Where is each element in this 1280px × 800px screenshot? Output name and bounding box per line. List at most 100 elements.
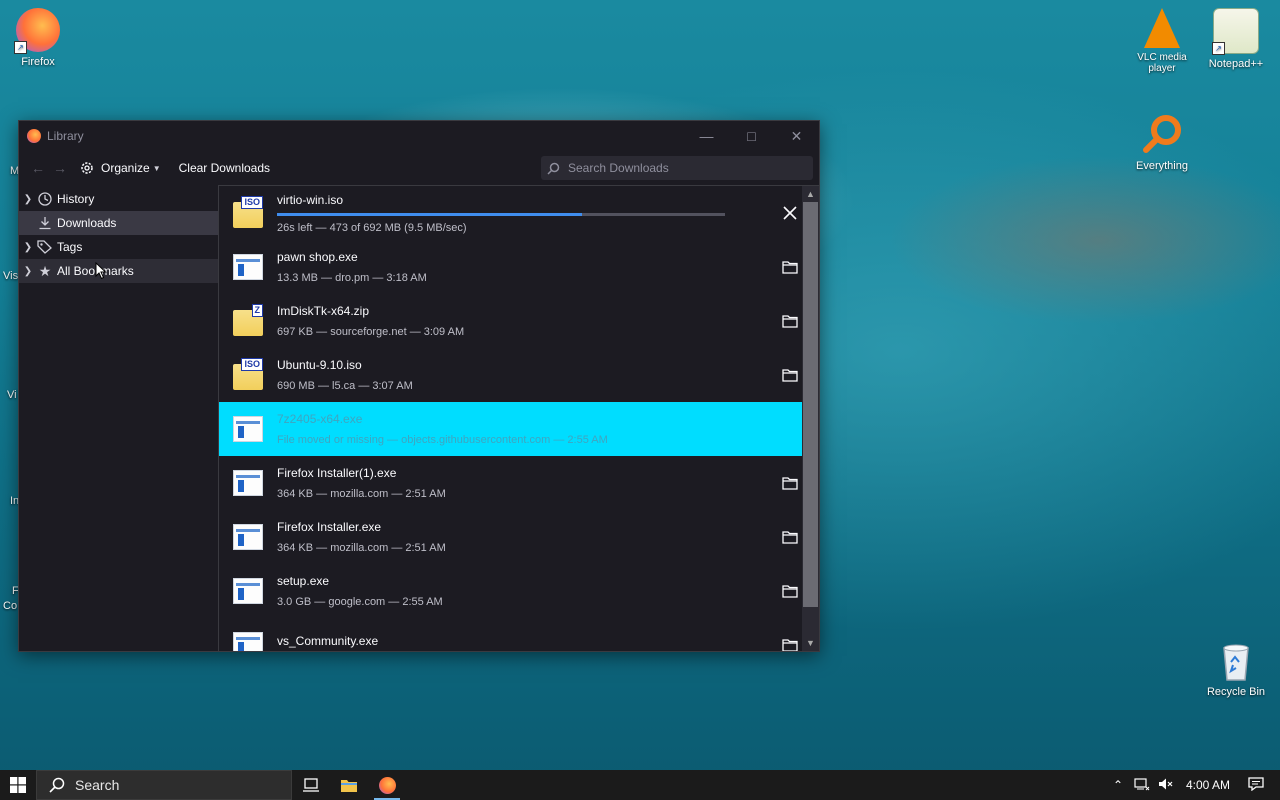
desktop-icon-label: Firefox (21, 56, 55, 68)
desktop-edge-label: Co (3, 600, 18, 612)
sidebar-item-downloads[interactable]: Downloads (19, 211, 218, 235)
desktop-edge-label: Vi (7, 389, 17, 401)
start-button[interactable] (0, 770, 36, 800)
show-in-folder-button[interactable] (779, 472, 801, 494)
taskbar-search-box[interactable]: Search (36, 770, 292, 800)
exe-file-icon (233, 254, 263, 280)
download-filename: virtio-win.iso (277, 192, 344, 207)
download-item[interactable]: Z ImDiskTk-x64.zip 697 KB — sourceforge.… (219, 294, 819, 348)
download-filename: Firefox Installer(1).exe (277, 466, 397, 480)
scroll-down-arrow[interactable]: ▼ (802, 635, 819, 651)
taskbar-file-explorer[interactable] (330, 770, 368, 800)
download-status: 697 KB — sourceforge.net — 3:09 AM (277, 326, 465, 338)
organize-menu-button[interactable]: Organize ▼ (79, 160, 161, 176)
desktop-icon-recycle-bin[interactable]: Recycle Bin (1198, 638, 1274, 698)
exe-file-icon (233, 524, 263, 550)
download-filename: ImDiskTk-x64.zip (277, 304, 370, 318)
download-item[interactable]: Firefox Installer.exe 364 KB — mozilla.c… (219, 510, 819, 564)
sidebar-item-tags[interactable]: ❯ Tags (19, 235, 218, 259)
show-in-folder-button[interactable] (779, 310, 801, 332)
desktop-icon-label: VLC media player (1137, 52, 1187, 74)
minimize-button[interactable]: — (684, 121, 729, 151)
title-bar[interactable]: Library — □ ✕ (19, 121, 819, 151)
network-icon[interactable] (1130, 777, 1154, 794)
organize-label: Organize (101, 161, 150, 175)
library-sidebar: ❯ History Downloads ❯ Tags ❯ ★ All Bookm… (19, 185, 219, 651)
download-filename: 7z2405-x64.exe (277, 412, 363, 426)
sidebar-item-history[interactable]: ❯ History (19, 187, 218, 211)
clock-icon (37, 191, 53, 207)
scrollbar-thumb[interactable] (803, 202, 818, 607)
library-window: Library — □ ✕ ← → Organize ▼ Clear Downl… (18, 120, 820, 652)
show-in-folder-button[interactable] (779, 526, 801, 548)
download-item[interactable]: Firefox Installer(1).exe 364 KB — mozill… (219, 456, 819, 510)
download-status: 690 MB — l5.ca — 3:07 AM (277, 380, 413, 392)
download-status: 3.0 GB — google.com — 2:55 AM (277, 596, 443, 608)
notepad-plus-plus-icon: ↗ (1212, 8, 1259, 55)
sidebar-item-all-bookmarks[interactable]: ❯ ★ All Bookmarks (19, 259, 218, 283)
download-filename: vs_Community.exe (277, 634, 379, 648)
task-view-button[interactable] (292, 770, 330, 800)
file-explorer-icon (341, 780, 357, 792)
show-in-folder-button[interactable] (779, 364, 801, 386)
folder-icon (782, 585, 798, 598)
download-item[interactable]: pawn shop.exe 13.3 MB — dro.pm — 3:18 AM (219, 240, 819, 294)
desktop-icon-firefox[interactable]: ↗ Firefox (0, 8, 76, 68)
chevron-down-icon: ▼ (152, 163, 161, 173)
chevron-right-icon[interactable]: ❯ (19, 242, 37, 253)
gear-icon (81, 162, 93, 174)
sidebar-item-label: Downloads (57, 216, 117, 230)
download-item-selected[interactable]: 7z2405-x64.exe File moved or missing — o… (219, 402, 819, 456)
desktop-icon-everything[interactable]: Everything (1124, 112, 1200, 172)
folder-icon (782, 315, 798, 328)
clear-downloads-button[interactable]: Clear Downloads (179, 161, 270, 175)
folder-icon (782, 531, 798, 544)
download-item[interactable]: vs_Community.exe (219, 618, 819, 651)
desktop-icon-vlc[interactable]: VLC media player (1124, 8, 1200, 74)
taskbar-clock[interactable]: 4:00 AM (1186, 778, 1230, 792)
folder-icon (782, 639, 798, 651)
forward-button[interactable]: → (49, 160, 71, 176)
download-filename: Ubuntu-9.10.iso (277, 358, 362, 372)
download-item[interactable]: setup.exe 3.0 GB — google.com — 2:55 AM (219, 564, 819, 618)
back-button[interactable]: ← (27, 160, 49, 176)
show-in-folder-button[interactable] (779, 634, 801, 651)
everything-search-icon (1140, 112, 1184, 156)
desktop-icon-label: Everything (1136, 160, 1188, 172)
close-window-button[interactable]: ✕ (774, 121, 819, 151)
desktop-edge-label: Vis (3, 270, 19, 282)
download-progress-fill (277, 212, 582, 216)
iso-file-icon: ISO (233, 196, 263, 228)
search-input[interactable] (566, 160, 800, 176)
exe-file-icon (233, 578, 263, 604)
search-downloads-field[interactable] (541, 156, 813, 180)
scroll-up-arrow[interactable]: ▲ (802, 186, 819, 202)
shortcut-arrow-icon: ↗ (14, 41, 27, 54)
chevron-right-icon[interactable]: ❯ (19, 194, 37, 205)
maximize-button[interactable]: □ (729, 121, 774, 151)
download-item[interactable]: ISO virtio-win.iso 26s left — 473 of 692… (219, 186, 819, 240)
action-center-icon[interactable] (1244, 776, 1268, 794)
show-in-folder-button[interactable] (779, 256, 801, 278)
firefox-icon (378, 776, 396, 794)
chevron-right-icon[interactable]: ❯ (19, 266, 37, 277)
download-filename: setup.exe (277, 574, 330, 588)
downloads-list[interactable]: ISO virtio-win.iso 26s left — 473 of 692… (219, 185, 819, 651)
downloads-scrollbar[interactable]: ▲ ▼ (802, 186, 819, 651)
folder-icon (782, 369, 798, 382)
chevron-up-icon[interactable]: ⌃ (1106, 778, 1130, 792)
download-icon (37, 215, 53, 231)
folder-icon (782, 261, 798, 274)
desktop-icon-notepad[interactable]: ↗ Notepad++ (1198, 8, 1274, 70)
download-item[interactable]: ISO Ubuntu-9.10.iso 690 MB — l5.ca — 3:0… (219, 348, 819, 402)
sidebar-item-label: Tags (57, 240, 83, 254)
task-view-icon (303, 778, 319, 792)
firefox-icon (27, 129, 41, 143)
window-title: Library (47, 129, 84, 143)
cancel-download-button[interactable] (779, 202, 801, 224)
show-in-folder-button[interactable] (779, 580, 801, 602)
search-icon (49, 777, 65, 793)
download-status: 13.3 MB — dro.pm — 3:18 AM (277, 272, 427, 284)
taskbar-firefox[interactable] (368, 770, 406, 800)
volume-muted-icon[interactable] (1154, 777, 1178, 794)
